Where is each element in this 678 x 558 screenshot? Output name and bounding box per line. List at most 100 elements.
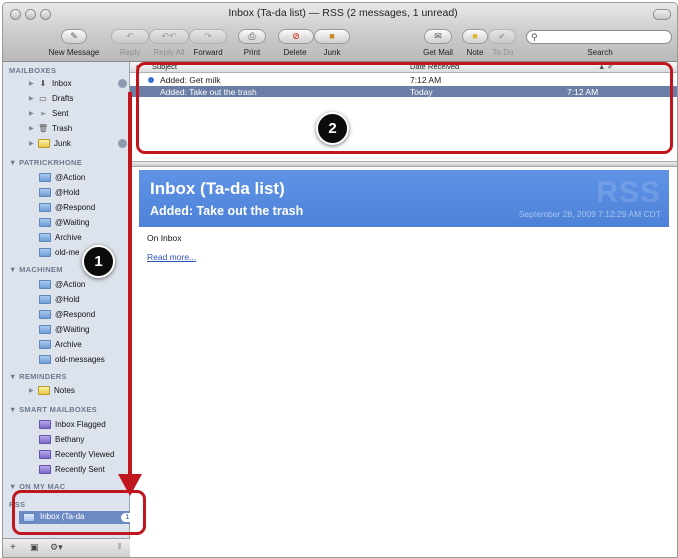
folder-item[interactable]: @Action	[39, 170, 85, 184]
delete-label: Delete	[283, 48, 307, 57]
get-mail-button[interactable]: ✉	[424, 29, 452, 44]
folder-icon	[39, 294, 51, 304]
disclosure-triangle-icon[interactable]: ▶	[29, 125, 38, 132]
folder-label: Archive	[55, 339, 82, 349]
folder-item[interactable]: @Action	[39, 277, 85, 291]
mailbox-drafts[interactable]: ▶ ▭ Drafts	[29, 91, 73, 105]
junk-label: Junk	[323, 48, 341, 57]
show-activity-icon[interactable]: ▣	[30, 542, 39, 553]
reminders-notes[interactable]: ▶ Notes	[29, 383, 75, 397]
toolbar-toggle-icon[interactable]	[653, 9, 671, 20]
callout-2: 2	[316, 112, 349, 145]
folder-icon	[39, 309, 51, 319]
search-label: Search	[587, 48, 613, 57]
article-title: Added: Take out the trash	[150, 204, 304, 218]
junk-button[interactable]: ■	[314, 29, 350, 44]
folder-item[interactable]: @Waiting	[39, 322, 90, 336]
mailbox-inbox[interactable]: ▶ ⬇ Inbox	[29, 76, 72, 90]
todo-button[interactable]: ✔	[488, 29, 516, 44]
sidebar-action-bar: + ▣ ⚙▾ ⦀	[3, 538, 131, 557]
reply-icon: ↶	[126, 31, 134, 41]
section-triangle-icon: ▼	[9, 372, 20, 381]
reply-all-icon: ↶↶	[161, 31, 177, 41]
folder-item[interactable]: @Respond	[39, 307, 95, 321]
folder-label: Archive	[55, 232, 82, 242]
search-field[interactable]: ⚲	[526, 30, 672, 44]
envelope-icon: ✉	[434, 31, 442, 41]
disclosure-triangle-icon[interactable]: ▶	[29, 110, 38, 117]
folder-icon	[39, 202, 51, 212]
mailbox-trash[interactable]: ▶ 🗑︎ Trash	[29, 121, 72, 135]
folder-icon	[39, 279, 51, 289]
account2-header[interactable]: ▼ MACHINEM	[9, 265, 63, 274]
search-icon: ⚲	[531, 32, 538, 42]
smart-mailbox-item[interactable]: Recently Viewed	[39, 447, 114, 461]
mailbox-label: Drafts	[52, 93, 74, 103]
junk-bag-icon: ■	[329, 31, 335, 41]
folder-label: @Respond	[55, 202, 96, 212]
close-window-icon[interactable]	[10, 9, 21, 20]
disclosure-triangle-icon[interactable]: ▶	[29, 95, 38, 102]
account1-header-label: PATRICKRHONE	[19, 158, 83, 167]
note-button[interactable]: ■	[462, 29, 488, 44]
disclosure-triangle-icon[interactable]: ▶	[29, 140, 38, 147]
reply-label: Reply	[119, 48, 141, 57]
folder-label: @Action	[55, 279, 86, 289]
minimize-window-icon[interactable]	[25, 9, 36, 20]
smart-mailbox-item[interactable]: Recently Sent	[39, 462, 105, 476]
annotation-arrow-line	[128, 92, 132, 477]
compose-icon: ✎	[70, 31, 78, 41]
folder-item[interactable]: Archive	[39, 337, 82, 351]
folder-item[interactable]: old-me	[39, 245, 79, 259]
folder-icon	[39, 187, 51, 197]
reminders-header[interactable]: ▼ REMINDERS	[9, 372, 67, 381]
mailbox-junk[interactable]: ▶ Junk	[29, 136, 71, 150]
drafts-page-icon: ▭	[39, 93, 47, 103]
resize-handle-icon[interactable]: ⦀	[118, 542, 122, 552]
folder-label: old-me	[55, 247, 80, 257]
delete-button[interactable]: ⊘	[278, 29, 314, 44]
rss-header-banner: RSS Inbox (Ta-da list) Added: Take out t…	[139, 170, 669, 227]
add-mailbox-icon[interactable]: +	[10, 542, 16, 553]
inbox-tray-icon: ⬇	[39, 78, 47, 88]
note-icon: ■	[472, 31, 478, 41]
feed-title: Inbox (Ta-da list)	[150, 179, 285, 198]
mailbox-sent[interactable]: ▶ ➢ Sent	[29, 106, 68, 120]
disclosure-triangle-icon[interactable]: ▶	[29, 387, 38, 394]
get-mail-label: Get Mail	[423, 48, 453, 57]
section-triangle-icon: ▼	[9, 265, 20, 274]
smart-folder-icon	[39, 434, 51, 444]
print-button[interactable]: ⎙	[238, 29, 266, 44]
folder-item[interactable]: @Hold	[39, 292, 80, 306]
checkmark-icon: ✔	[498, 31, 506, 41]
note-label: Note	[466, 48, 484, 57]
note-icon	[38, 385, 50, 395]
folder-item[interactable]: @Respond	[39, 200, 95, 214]
inbox-count-badge	[118, 79, 127, 88]
folder-label: @Waiting	[55, 217, 90, 227]
forward-icon: ↷	[204, 31, 212, 41]
printer-icon: ⎙	[248, 31, 256, 41]
forward-button[interactable]: ↷	[189, 29, 227, 44]
rss-item-highlight	[12, 490, 146, 535]
folder-item[interactable]: @Waiting	[39, 215, 90, 229]
folder-item[interactable]: Archive	[39, 230, 82, 244]
account1-header[interactable]: ▼ PATRICKRHONE	[9, 158, 82, 167]
folder-icon	[39, 339, 51, 349]
reply-all-button[interactable]: ↶↶	[149, 29, 189, 44]
smart-folder-icon	[39, 464, 51, 474]
folder-item[interactable]: @Hold	[39, 185, 80, 199]
new-message-button[interactable]: ✎	[61, 29, 87, 44]
folder-item[interactable]: old-messages	[39, 352, 105, 366]
smart-mailboxes-header[interactable]: ▼ SMART MAILBOXES	[9, 405, 97, 414]
smart-folder-icon	[39, 419, 51, 429]
gear-icon[interactable]: ⚙▾	[50, 542, 63, 553]
smart-mailbox-item[interactable]: Bethany	[39, 432, 84, 446]
smart-mailbox-label: Recently Sent	[55, 464, 105, 474]
reply-button[interactable]: ↶	[111, 29, 149, 44]
zoom-window-icon[interactable]	[40, 9, 51, 20]
smart-mailbox-item[interactable]: Inbox Flagged	[39, 417, 106, 431]
disclosure-triangle-icon[interactable]: ▶	[29, 80, 38, 87]
article-body: On Inbox	[147, 233, 182, 243]
read-more-link[interactable]: Read more...	[147, 252, 196, 262]
